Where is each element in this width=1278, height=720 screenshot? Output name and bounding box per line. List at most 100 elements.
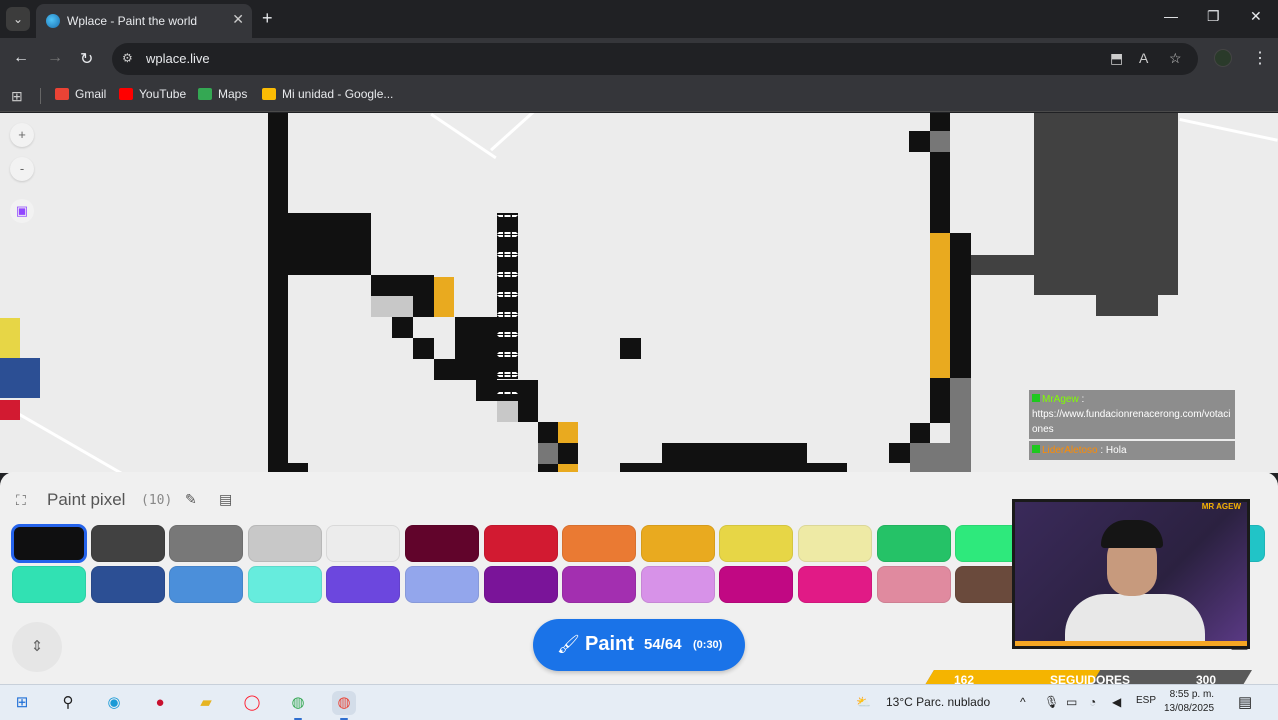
bookmark-youtube[interactable]: YouTube — [119, 87, 186, 101]
minimize-button[interactable]: — — [1164, 8, 1178, 24]
palette-swatch[interactable] — [11, 524, 87, 563]
expand-icon[interactable]: ⛶ — [16, 492, 26, 509]
more-menu-icon[interactable]: ⋮ — [1252, 48, 1268, 68]
forward-icon[interactable]: → — [47, 49, 63, 67]
bookmark-star-icon[interactable]: ☆ — [1169, 50, 1182, 67]
edge-icon[interactable]: ◉ — [102, 691, 126, 715]
cooldown-timer: (0:30) — [693, 639, 723, 651]
palette-swatch[interactable] — [798, 566, 872, 603]
browser-tab-bar: ⌄ Wplace - Paint the world ✕ + — ❐ ✕ — [0, 0, 1278, 38]
extension-icon[interactable] — [1214, 49, 1232, 67]
install-app-icon[interactable]: ⬒ — [1110, 50, 1123, 67]
paint-label: Paint — [585, 633, 634, 655]
search-icon[interactable]: ⚲ — [56, 691, 80, 715]
reload-icon[interactable]: ↻ — [80, 49, 93, 69]
charges-count: 54/64 — [644, 636, 682, 653]
palette-swatch[interactable] — [405, 566, 479, 603]
palette-toggle-icon[interactable]: ▤ — [219, 491, 232, 508]
pixel-map-canvas[interactable]: + - ▣ MrAgew : https://www.fundacionrena… — [0, 113, 1278, 473]
palette-swatch[interactable] — [247, 566, 322, 603]
chat-message: LiderAletoso : Hola — [1029, 441, 1235, 460]
zoom-in-button[interactable]: + — [10, 123, 34, 147]
map-pixel — [0, 318, 20, 358]
language-indicator[interactable]: ESP — [1136, 695, 1156, 706]
palette-swatch[interactable] — [483, 566, 558, 603]
bookmark-drive[interactable]: Mi unidad - Google... — [262, 87, 393, 101]
close-window-button[interactable]: ✕ — [1250, 8, 1262, 25]
tray-chevron-icon[interactable]: ^ — [1020, 695, 1026, 709]
map-pixel — [950, 378, 971, 448]
palette-swatch[interactable] — [169, 566, 244, 603]
new-tab-button[interactable]: + — [262, 8, 273, 29]
zoom-out-button[interactable]: - — [10, 157, 34, 181]
volume-icon[interactable]: ◀ — [1112, 695, 1121, 709]
tab-title: Wplace - Paint the world — [67, 14, 198, 28]
palette-swatch[interactable] — [640, 566, 715, 603]
tab-close-icon[interactable]: ✕ — [232, 11, 244, 28]
palette-swatch[interactable] — [640, 525, 715, 562]
palette-swatch[interactable] — [719, 525, 794, 562]
palette-swatch[interactable] — [719, 566, 794, 603]
map-pixel — [371, 275, 434, 296]
bookmark-gmail[interactable]: Gmail — [55, 87, 106, 101]
paint-button[interactable]: 🖌 Paint 54/64 (0:30) — [533, 619, 745, 671]
battery-icon[interactable]: ▭ — [1066, 695, 1077, 709]
palette-swatch[interactable] — [876, 566, 951, 603]
palette-swatch[interactable] — [876, 525, 951, 562]
weather-text[interactable]: 13°C Parc. nublado — [886, 695, 990, 709]
mic-icon[interactable]: 🎙 — [1044, 695, 1059, 709]
app-icon[interactable]: ● — [148, 691, 172, 715]
address-bar[interactable]: ⚙ wplace.live ⬒ A ☆ — [112, 43, 1198, 75]
palette-swatch[interactable] — [90, 566, 165, 603]
selection-outline — [497, 355, 518, 374]
chat-user: LiderAletoso — [1042, 445, 1098, 456]
weather-icon[interactable]: ⛅ — [856, 695, 871, 709]
palette-swatch[interactable] — [405, 525, 479, 562]
map-pixel — [620, 338, 641, 359]
twitch-icon[interactable]: ▣ — [10, 199, 34, 223]
chat-text: https://www.fundacionrenacerong.com/vota… — [1032, 409, 1231, 435]
palette-swatch[interactable] — [326, 566, 401, 603]
windows-start-icon[interactable]: ⊞ — [10, 691, 34, 715]
webcam-accent-bar — [1015, 641, 1247, 646]
bookmark-maps[interactable]: Maps — [198, 87, 247, 101]
map-pixel — [518, 380, 538, 422]
site-info-icon[interactable]: ⚙ — [122, 51, 133, 65]
map-pixel — [1034, 113, 1178, 295]
chrome-icon[interactable]: ◍ — [286, 691, 310, 720]
translate-icon[interactable]: A — [1139, 50, 1148, 66]
palette-swatch[interactable] — [562, 525, 637, 562]
palette-swatch[interactable] — [483, 525, 558, 562]
scroll-toggle-button[interactable]: ⇕ — [12, 622, 62, 672]
palette-swatch[interactable] — [90, 525, 165, 562]
palette-swatch[interactable] — [326, 525, 401, 562]
color-picker-icon[interactable]: ✎ — [185, 491, 197, 508]
map-pixel — [371, 296, 413, 317]
palette-swatch[interactable] — [169, 525, 244, 562]
globe-icon — [46, 14, 60, 28]
selection-outline — [497, 215, 518, 234]
bookmarks-divider — [40, 88, 41, 104]
map-pixel — [455, 317, 497, 359]
tab-search-icon[interactable]: ⌄ — [6, 7, 30, 31]
map-pixel — [971, 255, 1034, 275]
map-pixel — [392, 317, 413, 338]
restore-button[interactable]: ❐ — [1207, 8, 1220, 25]
palette-swatch[interactable] — [247, 525, 322, 562]
apps-grid-icon[interactable]: ⊞ — [11, 88, 23, 105]
tab-wplace[interactable]: Wplace - Paint the world ✕ — [36, 4, 252, 38]
chat-text: Hola — [1103, 445, 1127, 456]
clock[interactable]: 8:55 p. m. 13/08/2025 — [1164, 688, 1214, 716]
opera-icon[interactable]: ◯ — [240, 691, 264, 715]
map-road — [490, 113, 545, 152]
back-icon[interactable]: ← — [13, 49, 29, 67]
palette-swatch[interactable] — [562, 566, 637, 603]
chrome-active-icon[interactable]: ◍ — [332, 691, 356, 720]
wifi-icon[interactable]: ◔ — [1089, 695, 1096, 709]
selection-outline — [497, 295, 518, 314]
folder-icon[interactable]: ▰ — [194, 691, 218, 715]
notification-icon[interactable]: ▤ — [1238, 693, 1252, 711]
palette-swatch[interactable] — [12, 566, 86, 603]
chat-message: MrAgew : https://www.fundacionrenacerong… — [1029, 390, 1235, 439]
palette-swatch[interactable] — [798, 525, 872, 562]
